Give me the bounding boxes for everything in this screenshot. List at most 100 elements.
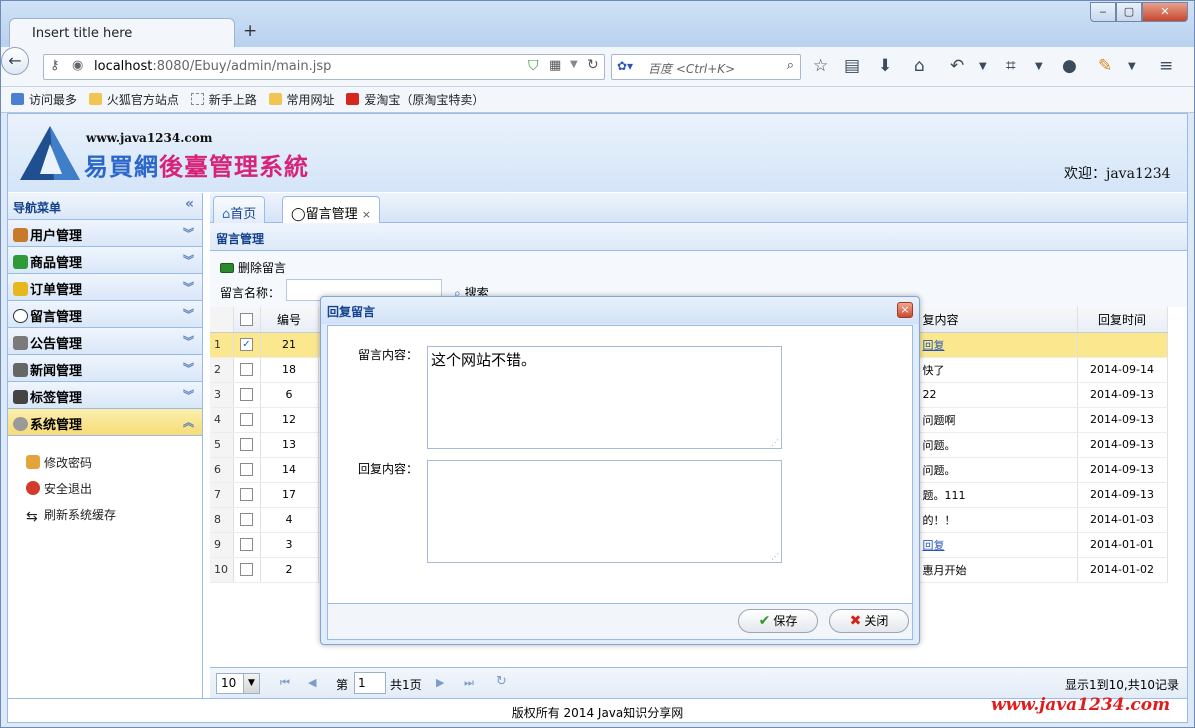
- sidebar-subitem-change-password[interactable]: 修改密码: [8, 450, 202, 476]
- sidebar-item-notices[interactable]: 公告管理 ︾: [8, 328, 202, 355]
- extension-menu-icon[interactable]: ▼: [1128, 61, 1136, 72]
- resize-grip-icon[interactable]: ⋰: [771, 438, 779, 447]
- row-checkbox-cell[interactable]: [233, 407, 261, 433]
- shield-icon[interactable]: ⛉: [528, 58, 539, 74]
- url-bar[interactable]: ⚷ ◉ localhost:8080/Ebuy/admin/main.jsp ⛉…: [43, 54, 605, 80]
- row-checkbox-cell[interactable]: [233, 432, 261, 458]
- dialog-close-icon[interactable]: ×: [897, 302, 913, 318]
- bookmark-getting-started[interactable]: 新手上路: [190, 91, 257, 108]
- next-page-icon[interactable]: ▶: [436, 676, 444, 689]
- row-reply[interactable]: 回复: [918, 332, 1078, 358]
- row-number: 3: [210, 382, 234, 408]
- sidebar-subitem-logout[interactable]: 安全退出: [8, 476, 202, 502]
- row-id: 14: [260, 457, 319, 483]
- page-tabstrip: ⌂首页 ◯留言管理 ×: [210, 193, 1187, 224]
- row-checkbox[interactable]: ✓: [240, 338, 253, 352]
- row-checkbox[interactable]: [240, 388, 253, 402]
- reading-list-icon[interactable]: ▤: [844, 56, 860, 76]
- browser-tab[interactable]: Insert title here: [9, 18, 235, 48]
- row-reply[interactable]: 回复: [918, 532, 1078, 558]
- sidebar-item-orders[interactable]: 订单管理 ︾: [8, 274, 202, 301]
- page-size-select[interactable]: 10 ▼: [216, 673, 260, 694]
- dropdown-arrow-icon[interactable]: ▼: [570, 59, 578, 70]
- back-arrow-icon[interactable]: ←: [1, 47, 29, 75]
- window-maximize-button[interactable]: ▢: [1116, 2, 1142, 22]
- chat-bubble-icon[interactable]: ●: [1062, 56, 1077, 76]
- tab-close-icon[interactable]: ×: [362, 208, 371, 221]
- sidebar-item-system[interactable]: 系统管理 ︽: [8, 409, 202, 436]
- row-checkbox[interactable]: [240, 538, 253, 552]
- row-checkbox-cell[interactable]: [233, 382, 261, 408]
- row-checkbox-cell[interactable]: [233, 357, 261, 383]
- new-tab-button[interactable]: +: [243, 21, 257, 41]
- row-time: 2014-09-13: [1077, 432, 1168, 458]
- row-checkbox-cell[interactable]: [233, 457, 261, 483]
- row-time: [1077, 332, 1168, 358]
- sidebar-item-products[interactable]: 商品管理 ︾: [8, 247, 202, 274]
- close-button[interactable]: ✖ 关闭: [829, 609, 909, 633]
- refresh-icon[interactable]: ↻: [496, 674, 507, 689]
- sidebar-item-messages[interactable]: 留言管理 ︾: [8, 301, 202, 328]
- row-checkbox[interactable]: [240, 563, 253, 577]
- row-reply: 的！！: [918, 507, 1078, 533]
- row-number: 5: [210, 432, 234, 458]
- search-input[interactable]: ✿▾ 百度 <Ctrl+K> ⌕: [611, 54, 801, 80]
- sidebar-item-users[interactable]: 用户管理 ︾: [8, 220, 202, 247]
- bookmark-aitaobao[interactable]: 爱淘宝（原淘宝特卖）: [346, 91, 484, 108]
- bookmark-firefox-official[interactable]: 火狐官方站点: [88, 91, 179, 108]
- refresh-arrows-icon: ⇆: [26, 509, 38, 525]
- select-all-cell[interactable]: [233, 307, 261, 333]
- tab-messages[interactable]: ◯留言管理 ×: [282, 196, 380, 224]
- undo-icon[interactable]: ↶: [950, 56, 964, 76]
- row-reply-text[interactable]: 回复: [923, 539, 945, 552]
- bookmark-most-visited[interactable]: 访问最多: [11, 91, 77, 108]
- window-close-button[interactable]: ✕: [1142, 2, 1188, 22]
- sidebar-subitem-refresh-cache[interactable]: ⇆ 刷新系统缓存: [8, 502, 202, 528]
- col-time-header[interactable]: 回复时间: [1077, 307, 1168, 333]
- row-reply-text: 22: [922, 388, 937, 401]
- col-id-header[interactable]: 编号: [260, 307, 319, 333]
- prev-page-icon[interactable]: ◀: [308, 676, 316, 689]
- extension-icon[interactable]: ✎: [1098, 56, 1112, 76]
- row-checkbox[interactable]: [240, 438, 253, 452]
- hamburger-menu-icon[interactable]: ≡: [1159, 56, 1173, 76]
- crop-icon[interactable]: ⌗: [1006, 56, 1016, 76]
- row-checkbox[interactable]: [240, 513, 253, 527]
- collapse-sidebar-icon[interactable]: «: [185, 196, 194, 212]
- row-checkbox-cell[interactable]: [233, 557, 261, 583]
- tab-home[interactable]: ⌂首页: [213, 196, 266, 223]
- row-reply-text[interactable]: 回复: [923, 339, 945, 352]
- window-minimize-button[interactable]: ‒: [1090, 2, 1116, 22]
- row-time: 2014-09-13: [1077, 457, 1168, 483]
- sidebar-item-news[interactable]: 新闻管理 ︾: [8, 355, 202, 382]
- select-all-checkbox[interactable]: [240, 313, 253, 327]
- home-icon[interactable]: ⌂: [914, 56, 925, 76]
- first-page-icon[interactable]: ⏮: [280, 676, 290, 690]
- undo-menu-icon[interactable]: ▼: [979, 61, 987, 72]
- page-number-input[interactable]: 1: [354, 672, 386, 694]
- col-reply-header[interactable]: 复内容: [918, 307, 1078, 333]
- last-page-icon[interactable]: ⏭: [464, 676, 474, 690]
- crop-menu-icon[interactable]: ▼: [1035, 61, 1043, 72]
- message-content-textarea[interactable]: 这个网站不错。 ⋰: [427, 346, 782, 449]
- save-button[interactable]: ✔ 保存: [738, 609, 818, 633]
- row-checkbox[interactable]: [240, 413, 253, 427]
- row-checkbox[interactable]: [240, 363, 253, 377]
- delete-message-button[interactable]: 删除留言: [220, 259, 286, 276]
- bookmark-common-sites[interactable]: 常用网址: [268, 91, 335, 108]
- row-checkbox-cell[interactable]: [233, 482, 261, 508]
- sidebar-item-tags[interactable]: 标签管理 ︾: [8, 382, 202, 409]
- qr-code-icon[interactable]: ▦: [549, 58, 561, 73]
- reload-icon[interactable]: ↻: [587, 57, 599, 73]
- row-checkbox-cell[interactable]: ✓: [233, 332, 261, 358]
- magnifier-icon[interactable]: ⌕: [787, 58, 794, 73]
- row-checkbox[interactable]: [240, 463, 253, 477]
- row-checkbox[interactable]: [240, 488, 253, 502]
- bookmark-star-icon[interactable]: ☆: [813, 56, 828, 76]
- download-arrow-icon[interactable]: ⬇: [878, 56, 892, 76]
- row-checkbox-cell[interactable]: [233, 507, 261, 533]
- resize-grip-icon[interactable]: ⋰: [771, 552, 779, 561]
- reply-content-textarea[interactable]: ⋰: [427, 460, 782, 563]
- dropdown-arrow-icon[interactable]: ▼: [243, 674, 259, 693]
- row-checkbox-cell[interactable]: [233, 532, 261, 558]
